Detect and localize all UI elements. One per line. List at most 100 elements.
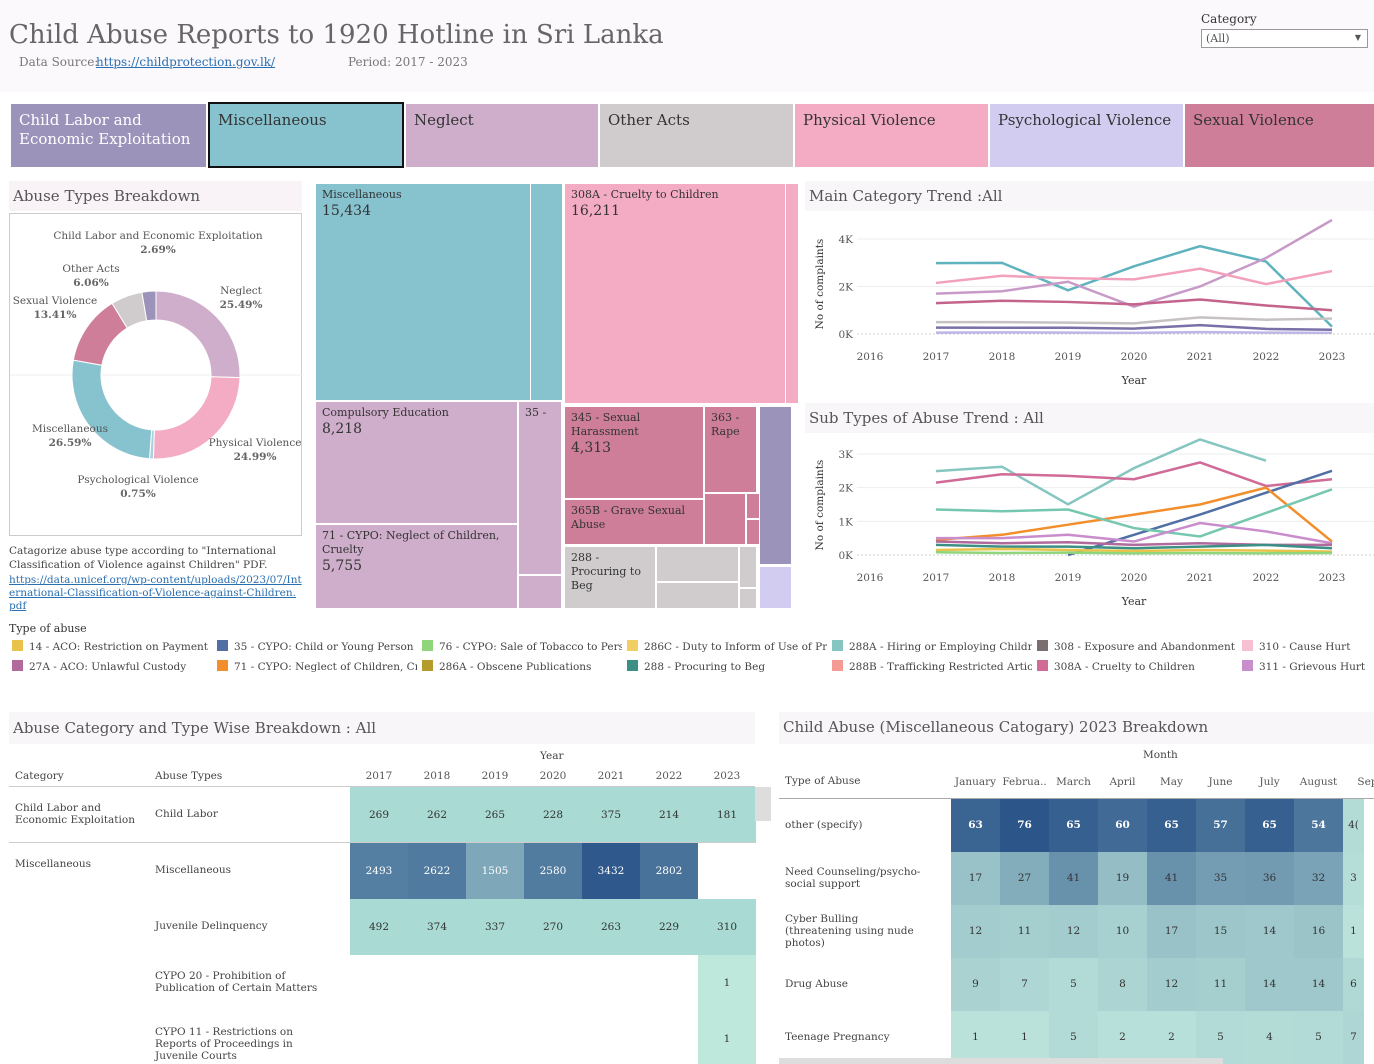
- legend-item[interactable]: 308 - Exposure and Abandonment: [1037, 640, 1237, 653]
- treemap-cell-sexual-small-3[interactable]: [747, 520, 759, 544]
- table2-cell[interactable]: 19: [1098, 852, 1147, 905]
- legend-item[interactable]: 308A - Cruelty to Children: [1037, 660, 1237, 673]
- table1-cell[interactable]: 2622: [408, 843, 466, 899]
- table2-cell[interactable]: 4(: [1343, 799, 1364, 852]
- table1-cell[interactable]: 1: [698, 955, 756, 1011]
- tab-neglect[interactable]: Neglect: [406, 104, 598, 167]
- table1-cell[interactable]: [350, 955, 408, 1011]
- table2-cell[interactable]: 5: [1049, 1011, 1098, 1064]
- table1-cell[interactable]: [524, 1011, 582, 1064]
- tab-child-labor-and-economic-exploitation[interactable]: Child Labor and Economic Exploitation: [11, 104, 206, 167]
- table2-cell[interactable]: 63: [951, 799, 1000, 852]
- table2-cell[interactable]: 12: [1147, 958, 1196, 1011]
- table2-cell[interactable]: 10: [1098, 905, 1147, 958]
- table2-cell[interactable]: 65: [1049, 799, 1098, 852]
- treemap-cell-other-small-2[interactable]: [657, 583, 738, 608]
- table2-cell[interactable]: 8: [1098, 958, 1147, 1011]
- legend-item[interactable]: 288B - Trafficking Restricted Articl...: [832, 660, 1032, 673]
- table2-cell[interactable]: 16: [1294, 905, 1343, 958]
- treemap-cell-compulsory-education[interactable]: Compulsory Education 8,218: [316, 402, 517, 523]
- table1-cell[interactable]: [640, 955, 698, 1011]
- legend-item[interactable]: 35 - CYPO: Child or Young Person i...: [217, 640, 417, 653]
- treemap-cell-sexual-small-1[interactable]: [705, 494, 745, 544]
- data-source-link[interactable]: https://childprotection.gov.lk/: [96, 55, 275, 69]
- table1-cell[interactable]: 3432: [582, 843, 640, 899]
- table2-cell[interactable]: 5: [1294, 1011, 1343, 1064]
- series-line-child-labor-and-economic-exploitation[interactable]: [935, 323, 1333, 331]
- table2-cell[interactable]: 3: [1343, 852, 1364, 905]
- category-filter-dropdown[interactable]: (All) ▼: [1201, 29, 1368, 48]
- legend-item[interactable]: 310 - Cause Hurt: [1242, 640, 1374, 653]
- classification-link[interactable]: https://data.unicef.org/wp-content/uploa…: [9, 574, 302, 612]
- tab-psychological-violence[interactable]: Psychological Violence: [990, 104, 1183, 167]
- treemap-cell-sexual-harassment[interactable]: 345 - Sexual Harassment 4,313: [565, 407, 703, 498]
- table1-cell[interactable]: 2802: [640, 843, 698, 899]
- legend-item[interactable]: 71 - CYPO: Neglect of Children, Cr...: [217, 660, 417, 673]
- series-line-psychological-violence[interactable]: [935, 330, 1333, 335]
- legend-item[interactable]: 286C - Duty to Inform of Use of Pre...: [627, 640, 827, 653]
- table1-cell[interactable]: 310: [698, 899, 756, 955]
- table2-cell[interactable]: 1: [1000, 1011, 1049, 1064]
- treemap-cell-neglect-small[interactable]: [519, 576, 561, 608]
- table1-cell[interactable]: 375: [582, 787, 640, 843]
- table1-cell[interactable]: [582, 955, 640, 1011]
- table2-cell[interactable]: 57: [1196, 799, 1245, 852]
- table1-cell[interactable]: 374: [408, 899, 466, 955]
- table2-cell[interactable]: 2: [1147, 1011, 1196, 1064]
- table2-cell[interactable]: 32: [1294, 852, 1343, 905]
- series-line-physical-violence[interactable]: [935, 267, 1333, 286]
- table1-cell[interactable]: 263: [582, 899, 640, 955]
- series-line-other-acts[interactable]: [936, 316, 1333, 325]
- table1-cell[interactable]: [466, 1011, 524, 1064]
- treemap-cell-cruelty[interactable]: 308A - Cruelty to Children 16,211: [565, 184, 785, 403]
- table1-cell[interactable]: 262: [408, 787, 466, 843]
- table2-cell[interactable]: 36: [1245, 852, 1294, 905]
- table2-cell[interactable]: 65: [1245, 799, 1294, 852]
- series-line-hiring-employing[interactable]: [935, 488, 1333, 538]
- table2-cell[interactable]: 60: [1098, 799, 1147, 852]
- table2-cell[interactable]: 14: [1245, 958, 1294, 1011]
- table1-cell[interactable]: [408, 955, 466, 1011]
- legend-item[interactable]: 288A - Hiring or Employing Childr...: [832, 640, 1032, 653]
- table1-cell[interactable]: 2580: [524, 843, 582, 899]
- table1-scrollbar[interactable]: [755, 787, 771, 821]
- treemap-cell-psychological[interactable]: [760, 567, 791, 608]
- tab-sexual-violence[interactable]: Sexual Violence: [1185, 104, 1374, 167]
- table2-cell[interactable]: 7: [1343, 1011, 1364, 1064]
- treemap-cell-sexual-small-2[interactable]: [747, 494, 759, 518]
- legend-item[interactable]: 14 - ACO: Restriction on Payment: [12, 640, 212, 653]
- table2-cell[interactable]: 6: [1343, 958, 1364, 1011]
- table2-cell[interactable]: 14: [1294, 958, 1343, 1011]
- treemap-cell-neglect-71[interactable]: 71 - CYPO: Neglect of Children, Cruelty 5…: [316, 525, 517, 608]
- table1-cell[interactable]: 2493: [350, 843, 408, 899]
- legend-item[interactable]: 27A - ACO: Unlawful Custody: [12, 660, 212, 673]
- table1-cell[interactable]: 269: [350, 787, 408, 843]
- table2-scrollbar[interactable]: [779, 1058, 1223, 1064]
- table2-cell[interactable]: 5: [1049, 958, 1098, 1011]
- tab-physical-violence[interactable]: Physical Violence: [795, 104, 988, 167]
- table1-cell[interactable]: [582, 1011, 640, 1064]
- table1-cell[interactable]: [698, 843, 756, 899]
- tab-miscellaneous[interactable]: Miscellaneous: [208, 102, 404, 168]
- table2-cell[interactable]: 11: [1196, 958, 1245, 1011]
- treemap-cell-other-small-4[interactable]: [740, 589, 756, 608]
- table2-cell[interactable]: 35: [1196, 852, 1245, 905]
- table2-cell[interactable]: 12: [951, 905, 1000, 958]
- table2-cell[interactable]: 17: [1147, 905, 1196, 958]
- table2-cell[interactable]: 9: [951, 958, 1000, 1011]
- table1-cell[interactable]: 492: [350, 899, 408, 955]
- table2-cell[interactable]: 76: [1000, 799, 1049, 852]
- table2-cell[interactable]: 5: [1196, 1011, 1245, 1064]
- table2-cell[interactable]: 1: [1343, 905, 1364, 958]
- table2-cell[interactable]: 41: [1147, 852, 1196, 905]
- table2-cell[interactable]: 1: [951, 1011, 1000, 1064]
- treemap-cell-grave-sexual-abuse[interactable]: 365B - Grave Sexual Abuse: [565, 500, 703, 544]
- table1-cell[interactable]: [350, 1011, 408, 1064]
- table1-cell[interactable]: 337: [466, 899, 524, 955]
- main-trend-chart[interactable]: 0K2K4K2016201720182019202020212022202320…: [805, 212, 1374, 392]
- table1-cell[interactable]: 1: [698, 1011, 756, 1064]
- table1-cell[interactable]: 228: [524, 787, 582, 843]
- table1-cell[interactable]: 1505: [466, 843, 524, 899]
- treemap-cell-rape[interactable]: 363 - Rape: [705, 407, 756, 492]
- table2-cell[interactable]: 27: [1000, 852, 1049, 905]
